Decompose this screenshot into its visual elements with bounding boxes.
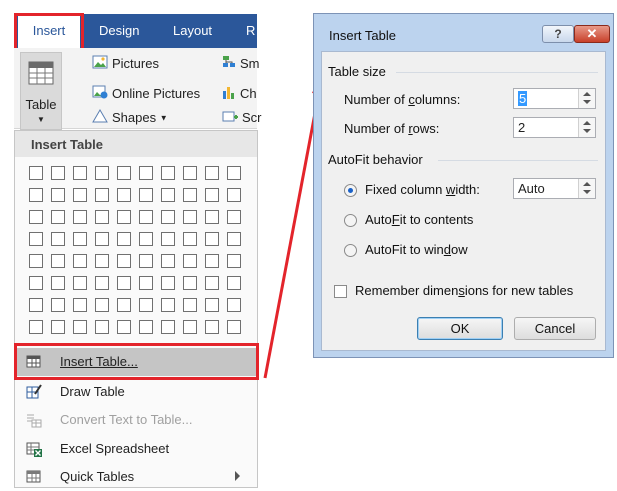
- close-button[interactable]: ✕: [574, 25, 610, 43]
- fixed-width-label: Fixed column width:: [365, 182, 480, 197]
- columns-stepper[interactable]: 5: [513, 88, 596, 109]
- help-button[interactable]: ?: [542, 25, 574, 43]
- autofit-contents-label: AutoFit to contents: [365, 212, 474, 227]
- autofit-window-radio[interactable]: [344, 244, 357, 257]
- fixed-width-value: Auto: [518, 181, 545, 196]
- dialog-client: Table size Number of columns: 5 Number o…: [321, 51, 606, 351]
- remember-dimensions-label: Remember dimensions for new tables: [355, 283, 574, 298]
- rows-value: 2: [518, 120, 526, 135]
- ok-label: OK: [450, 321, 470, 336]
- ok-button[interactable]: OK: [417, 317, 503, 340]
- close-icon: ✕: [586, 26, 598, 41]
- spinner-icon[interactable]: [578, 118, 595, 137]
- columns-value: 5: [518, 91, 528, 106]
- divider: [438, 160, 598, 161]
- autofit-contents-radio[interactable]: [344, 214, 357, 227]
- columns-label: Number of columns:: [344, 92, 461, 107]
- autofit-window-label: AutoFit to window: [365, 242, 468, 257]
- group-autofit-label: AutoFit behavior: [328, 152, 423, 167]
- help-icon: ?: [554, 27, 562, 41]
- remember-dimensions-checkbox[interactable]: [334, 285, 347, 298]
- fixed-width-radio[interactable]: [344, 184, 357, 197]
- rows-label: Number of rows:: [344, 121, 440, 136]
- fixed-width-stepper[interactable]: Auto: [513, 178, 596, 199]
- spinner-icon[interactable]: [578, 89, 595, 108]
- spinner-icon[interactable]: [578, 179, 595, 198]
- group-table-size-label: Table size: [328, 64, 386, 79]
- dialog-title: Insert Table: [329, 28, 396, 43]
- insert-table-dialog: Insert Table ? ✕ Table size Number of co…: [313, 13, 614, 358]
- cancel-button[interactable]: Cancel: [514, 317, 596, 340]
- divider: [396, 72, 598, 73]
- cancel-label: Cancel: [534, 321, 576, 336]
- rows-stepper[interactable]: 2: [513, 117, 596, 138]
